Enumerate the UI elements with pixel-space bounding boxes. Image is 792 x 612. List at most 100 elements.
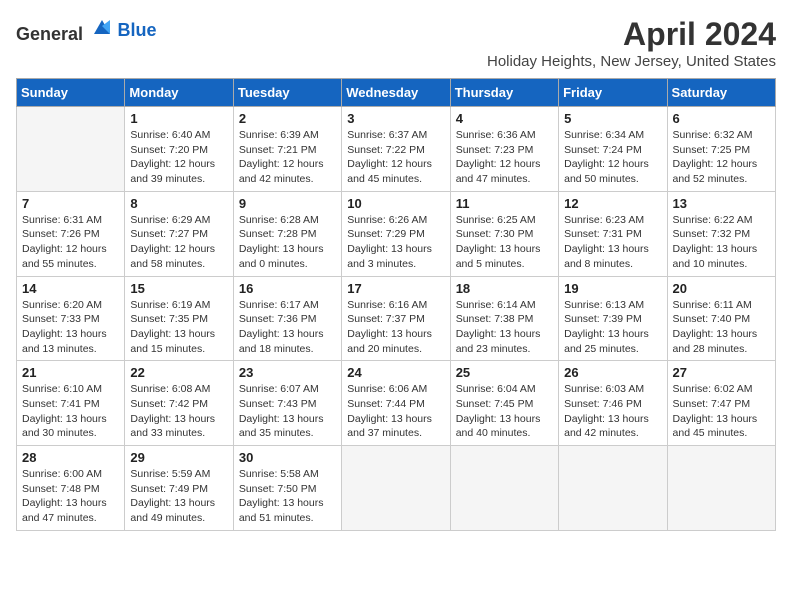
- calendar-cell: 4 Sunrise: 6:36 AMSunset: 7:23 PMDaylight…: [450, 107, 558, 192]
- calendar-cell: [17, 107, 125, 192]
- day-info: Sunrise: 6:37 AMSunset: 7:22 PMDaylight:…: [347, 128, 444, 187]
- day-number: 29: [130, 450, 227, 465]
- day-info: Sunrise: 6:06 AMSunset: 7:44 PMDaylight:…: [347, 382, 444, 441]
- day-number: 15: [130, 281, 227, 296]
- calendar-cell: 22 Sunrise: 6:08 AMSunset: 7:42 PMDayligh…: [125, 361, 233, 446]
- page-header: General Blue April 2024 Holiday Heights,…: [16, 16, 776, 70]
- calendar-cell: [342, 446, 450, 531]
- logo-text: General: [16, 16, 114, 45]
- day-number: 23: [239, 365, 336, 380]
- day-number: 24: [347, 365, 444, 380]
- calendar-cell: 25 Sunrise: 6:04 AMSunset: 7:45 PMDayligh…: [450, 361, 558, 446]
- weekday-header: Tuesday: [233, 79, 341, 107]
- calendar-cell: 21 Sunrise: 6:10 AMSunset: 7:41 PMDayligh…: [17, 361, 125, 446]
- day-info: Sunrise: 6:07 AMSunset: 7:43 PMDaylight:…: [239, 382, 336, 441]
- day-info: Sunrise: 6:39 AMSunset: 7:21 PMDaylight:…: [239, 128, 336, 187]
- calendar-cell: 14 Sunrise: 6:20 AMSunset: 7:33 PMDayligh…: [17, 276, 125, 361]
- subtitle: Holiday Heights, New Jersey, United Stat…: [487, 53, 776, 70]
- calendar-cell: 11 Sunrise: 6:25 AMSunset: 7:30 PMDayligh…: [450, 191, 558, 276]
- day-info: Sunrise: 6:14 AMSunset: 7:38 PMDaylight:…: [456, 298, 553, 357]
- day-info: Sunrise: 6:25 AMSunset: 7:30 PMDaylight:…: [456, 213, 553, 272]
- weekday-header: Saturday: [667, 79, 775, 107]
- day-number: 22: [130, 365, 227, 380]
- logo-general: General: [16, 24, 83, 44]
- day-number: 28: [22, 450, 119, 465]
- calendar-cell: 18 Sunrise: 6:14 AMSunset: 7:38 PMDayligh…: [450, 276, 558, 361]
- calendar-week-row: 7Sunrise: 6:31 AMSunset: 7:26 PMDaylight…: [17, 191, 776, 276]
- calendar-cell: [667, 446, 775, 531]
- day-number: 9: [239, 196, 336, 211]
- calendar-cell: 17Sunrise: 6:16 AMSunset: 7:37 PMDayligh…: [342, 276, 450, 361]
- day-number: 4: [456, 111, 553, 126]
- day-info: Sunrise: 6:22 AMSunset: 7:32 PMDaylight:…: [673, 213, 770, 272]
- calendar-week-row: 21 Sunrise: 6:10 AMSunset: 7:41 PMDayligh…: [17, 361, 776, 446]
- day-info: Sunrise: 6:36 AMSunset: 7:23 PMDaylight:…: [456, 128, 553, 187]
- day-info: Sunrise: 6:11 AMSunset: 7:40 PMDaylight:…: [673, 298, 770, 357]
- logo-icon: [90, 16, 114, 40]
- calendar-cell: 19 Sunrise: 6:13 AMSunset: 7:39 PMDayligh…: [559, 276, 667, 361]
- day-number: 13: [673, 196, 770, 211]
- day-info: Sunrise: 6:13 AMSunset: 7:39 PMDaylight:…: [564, 298, 661, 357]
- day-info: Sunrise: 6:23 AMSunset: 7:31 PMDaylight:…: [564, 213, 661, 272]
- calendar-header-row: SundayMondayTuesdayWednesdayThursdayFrid…: [17, 79, 776, 107]
- day-number: 11: [456, 196, 553, 211]
- day-number: 25: [456, 365, 553, 380]
- calendar-cell: 13 Sunrise: 6:22 AMSunset: 7:32 PMDayligh…: [667, 191, 775, 276]
- day-number: 14: [22, 281, 119, 296]
- day-number: 17: [347, 281, 444, 296]
- calendar-cell: 30 Sunrise: 5:58 AMSunset: 7:50 PMDayligh…: [233, 446, 341, 531]
- weekday-header: Sunday: [17, 79, 125, 107]
- day-info: Sunrise: 6:00 AMSunset: 7:48 PMDaylight:…: [22, 467, 119, 526]
- logo: General Blue: [16, 16, 157, 45]
- day-number: 1: [130, 111, 227, 126]
- day-number: 12: [564, 196, 661, 211]
- weekday-header: Monday: [125, 79, 233, 107]
- day-info: Sunrise: 6:20 AMSunset: 7:33 PMDaylight:…: [22, 298, 119, 357]
- day-info: Sunrise: 6:02 AMSunset: 7:47 PMDaylight:…: [673, 382, 770, 441]
- main-title: April 2024: [487, 16, 776, 53]
- title-area: April 2024 Holiday Heights, New Jersey, …: [487, 16, 776, 70]
- day-info: Sunrise: 6:04 AMSunset: 7:45 PMDaylight:…: [456, 382, 553, 441]
- calendar-cell: 3 Sunrise: 6:37 AMSunset: 7:22 PMDaylight…: [342, 107, 450, 192]
- day-number: 16: [239, 281, 336, 296]
- calendar-cell: 5Sunrise: 6:34 AMSunset: 7:24 PMDaylight…: [559, 107, 667, 192]
- day-number: 21: [22, 365, 119, 380]
- day-info: Sunrise: 6:26 AMSunset: 7:29 PMDaylight:…: [347, 213, 444, 272]
- calendar-cell: 23 Sunrise: 6:07 AMSunset: 7:43 PMDayligh…: [233, 361, 341, 446]
- calendar-cell: 20Sunrise: 6:11 AMSunset: 7:40 PMDayligh…: [667, 276, 775, 361]
- calendar-cell: 8Sunrise: 6:29 AMSunset: 7:27 PMDaylight…: [125, 191, 233, 276]
- calendar-cell: [559, 446, 667, 531]
- calendar-cell: 2 Sunrise: 6:39 AMSunset: 7:21 PMDaylight…: [233, 107, 341, 192]
- day-number: 8: [130, 196, 227, 211]
- day-info: Sunrise: 6:17 AMSunset: 7:36 PMDaylight:…: [239, 298, 336, 357]
- calendar-week-row: 28 Sunrise: 6:00 AMSunset: 7:48 PMDayligh…: [17, 446, 776, 531]
- calendar-cell: 9Sunrise: 6:28 AMSunset: 7:28 PMDaylight…: [233, 191, 341, 276]
- calendar-cell: [450, 446, 558, 531]
- day-info: Sunrise: 5:58 AMSunset: 7:50 PMDaylight:…: [239, 467, 336, 526]
- day-info: Sunrise: 6:40 AMSunset: 7:20 PMDaylight:…: [130, 128, 227, 187]
- calendar-cell: 29 Sunrise: 5:59 AMSunset: 7:49 PMDayligh…: [125, 446, 233, 531]
- day-number: 2: [239, 111, 336, 126]
- day-number: 3: [347, 111, 444, 126]
- weekday-header: Thursday: [450, 79, 558, 107]
- day-number: 19: [564, 281, 661, 296]
- day-number: 7: [22, 196, 119, 211]
- calendar-cell: 7Sunrise: 6:31 AMSunset: 7:26 PMDaylight…: [17, 191, 125, 276]
- calendar-cell: 24 Sunrise: 6:06 AMSunset: 7:44 PMDayligh…: [342, 361, 450, 446]
- day-info: Sunrise: 6:08 AMSunset: 7:42 PMDaylight:…: [130, 382, 227, 441]
- day-info: Sunrise: 6:19 AMSunset: 7:35 PMDaylight:…: [130, 298, 227, 357]
- day-number: 10: [347, 196, 444, 211]
- day-info: Sunrise: 5:59 AMSunset: 7:49 PMDaylight:…: [130, 467, 227, 526]
- calendar-cell: 28 Sunrise: 6:00 AMSunset: 7:48 PMDayligh…: [17, 446, 125, 531]
- calendar-cell: 26Sunrise: 6:03 AMSunset: 7:46 PMDayligh…: [559, 361, 667, 446]
- calendar-cell: 6Sunrise: 6:32 AMSunset: 7:25 PMDaylight…: [667, 107, 775, 192]
- day-info: Sunrise: 6:10 AMSunset: 7:41 PMDaylight:…: [22, 382, 119, 441]
- day-number: 30: [239, 450, 336, 465]
- calendar-cell: 15 Sunrise: 6:19 AMSunset: 7:35 PMDayligh…: [125, 276, 233, 361]
- day-number: 6: [673, 111, 770, 126]
- day-number: 27: [673, 365, 770, 380]
- calendar-cell: 10 Sunrise: 6:26 AMSunset: 7:29 PMDayligh…: [342, 191, 450, 276]
- day-number: 18: [456, 281, 553, 296]
- logo-blue: Blue: [118, 20, 157, 41]
- day-number: 26: [564, 365, 661, 380]
